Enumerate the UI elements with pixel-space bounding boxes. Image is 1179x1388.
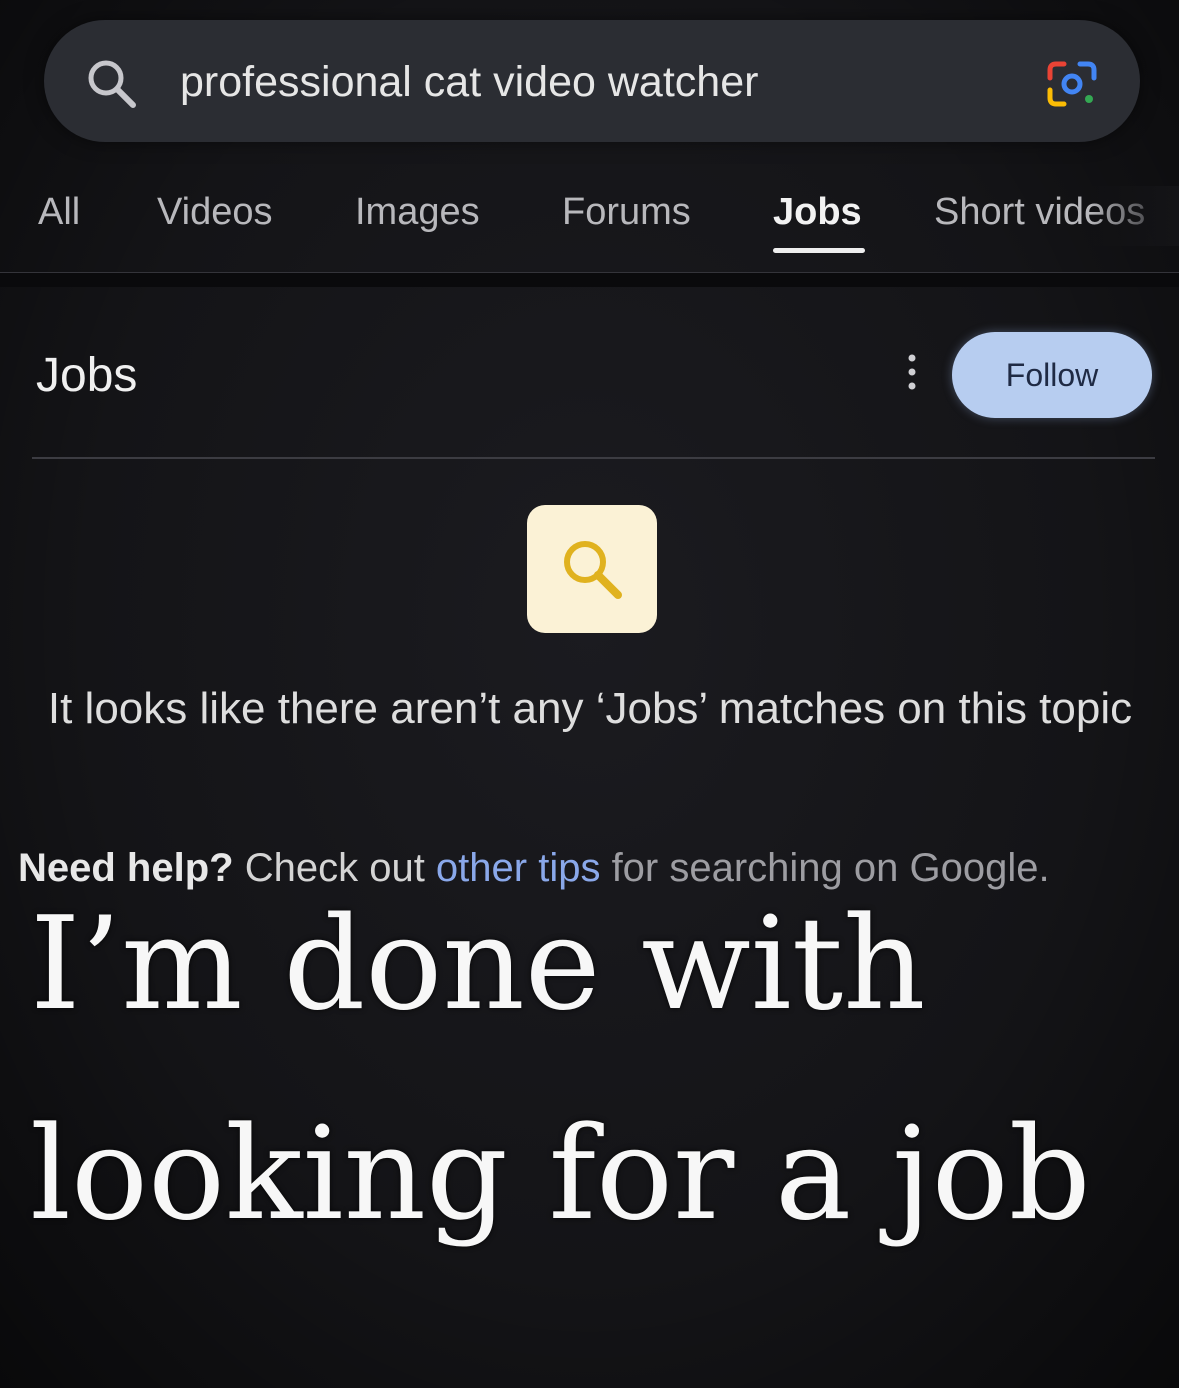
tab-images[interactable]: Images bbox=[355, 186, 480, 238]
google-lens-icon[interactable] bbox=[1042, 56, 1102, 112]
header-divider bbox=[32, 457, 1155, 459]
tabs-fade-overlay bbox=[1089, 186, 1179, 246]
tabs-divider bbox=[0, 272, 1179, 287]
help-suffix-text: for searching on Google. bbox=[600, 846, 1050, 890]
search-input[interactable]: professional cat video watcher bbox=[180, 56, 758, 108]
help-line: Need help? Check out other tips for sear… bbox=[18, 842, 1050, 894]
other-tips-link[interactable]: other tips bbox=[436, 846, 601, 890]
search-icon bbox=[564, 541, 622, 599]
empty-state-message: It looks like there aren’t any ‘Jobs’ ma… bbox=[47, 684, 1133, 733]
empty-state-icon bbox=[527, 505, 657, 633]
active-tab-indicator bbox=[773, 248, 865, 253]
help-prefix-text: Check out bbox=[233, 846, 436, 890]
caption-line-2: looking for a job bbox=[30, 1100, 1091, 1249]
section-title: Jobs bbox=[36, 349, 138, 402]
more-vertical-icon[interactable] bbox=[903, 352, 921, 392]
tab-all[interactable]: All bbox=[38, 186, 80, 238]
follow-button[interactable]: Follow bbox=[952, 332, 1152, 418]
caption-line-1: I’m done with bbox=[30, 890, 926, 1039]
tab-jobs[interactable]: Jobs bbox=[773, 186, 862, 238]
help-bold-text: Need help? bbox=[18, 846, 234, 890]
tab-videos[interactable]: Videos bbox=[157, 186, 273, 238]
tab-forums[interactable]: Forums bbox=[562, 186, 691, 238]
search-tabs: All Videos Images Forums Jobs Short vide… bbox=[0, 186, 1179, 246]
search-icon[interactable] bbox=[84, 56, 140, 112]
